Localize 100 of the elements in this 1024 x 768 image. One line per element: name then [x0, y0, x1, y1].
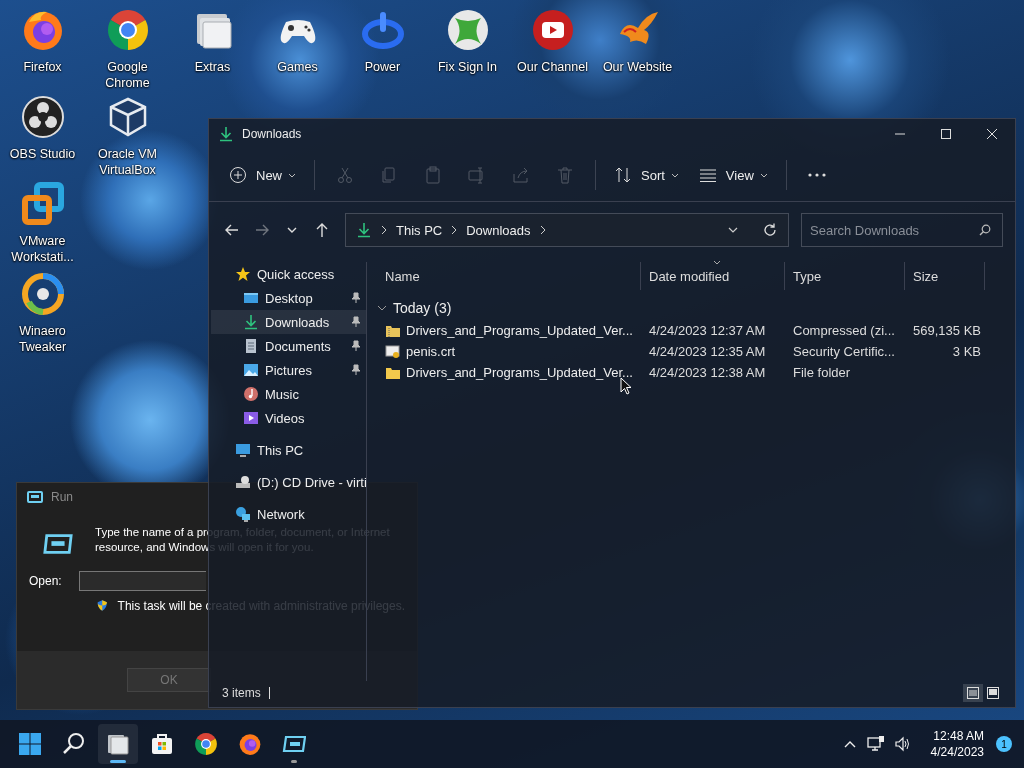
shopping-bag-icon — [150, 732, 174, 756]
download-icon — [356, 222, 372, 238]
desktop-shortcut[interactable]: Fix Sign In — [425, 6, 510, 75]
right-arrow-icon — [254, 222, 270, 238]
nav-item[interactable]: Desktop — [211, 286, 366, 310]
desktop-shortcut[interactable]: Oracle VM VirtualBox — [85, 93, 170, 178]
copy-icon — [380, 166, 398, 184]
nav-item[interactable]: This PC — [211, 438, 366, 462]
nav-item[interactable]: (D:) CD Drive - virti — [211, 470, 366, 494]
group-header[interactable]: Today (3) — [377, 296, 1003, 320]
scissors-icon — [336, 166, 354, 184]
type-cell-text: File folder — [792, 365, 852, 380]
sort-arrows-icon — [614, 166, 632, 184]
item-count: 3 items — [222, 686, 261, 700]
desktop-shortcut[interactable]: Winaero Tweaker — [0, 270, 85, 355]
desktop-shortcut[interactable]: Firefox — [0, 6, 85, 75]
speaker-icon[interactable] — [893, 735, 912, 753]
rename-icon — [468, 166, 486, 184]
date-cell-text: 4/24/2023 12:38 AM — [648, 365, 767, 380]
caret-icon — [670, 172, 679, 178]
picture-icon — [243, 362, 259, 378]
date-cell-text: 4/24/2023 12:37 AM — [648, 323, 767, 338]
details-view-button[interactable] — [963, 684, 983, 702]
desktop-shortcut[interactable]: Extras — [170, 6, 255, 75]
download-icon — [243, 314, 259, 330]
network-icon[interactable] — [866, 735, 885, 753]
tricolor-circle-icon — [194, 732, 218, 756]
file-name[interactable]: penis.crt — [406, 344, 456, 359]
search-icon — [979, 224, 991, 236]
chevron-down-icon — [377, 305, 387, 311]
shield-icon — [97, 597, 108, 614]
field-label: Open: — [29, 574, 63, 588]
column-header[interactable]: Size — [905, 262, 985, 290]
star-icon — [235, 266, 251, 282]
caret-icon — [759, 172, 768, 178]
breadcrumb[interactable]: This PC — [396, 222, 443, 238]
desktop-shortcut[interactable]: OBS Studio — [0, 93, 85, 162]
file-name[interactable]: Drivers_and_Programs_Updated_Ver... — [406, 365, 633, 380]
trash-icon — [556, 166, 574, 184]
column-header[interactable]: Date modified — [641, 262, 785, 290]
chevron-right-icon — [539, 225, 546, 235]
column-header[interactable]: Type — [785, 262, 905, 290]
sort-button[interactable]: Sort — [606, 158, 687, 192]
preview-icon — [987, 687, 999, 699]
chevron-right-icon — [381, 225, 387, 235]
desktop-shortcut[interactable]: Games — [255, 6, 340, 75]
music-note-icon — [243, 386, 259, 402]
network-icon — [235, 506, 251, 522]
clock-button[interactable]: 12:48 AM 4/24/2023 — [930, 728, 984, 760]
type-cell-text: Security Certific... — [792, 344, 896, 359]
desktop-shortcut[interactable]: Google Chrome — [85, 6, 170, 91]
desktop-shortcut[interactable]: Our Channel — [510, 6, 595, 75]
clipboard-icon — [424, 166, 442, 184]
close-icon — [986, 128, 998, 140]
nav-item[interactable]: Quick access — [211, 262, 366, 286]
window-title: Downloads — [242, 127, 302, 141]
open-combobox[interactable] — [79, 571, 206, 591]
address-bar[interactable]: This PC Downloads — [345, 213, 789, 247]
fox-globe-icon — [238, 732, 262, 756]
sort-caret-icon — [712, 260, 721, 265]
new-button[interactable]: New — [221, 158, 304, 192]
refresh-icon — [762, 222, 778, 238]
desktop-shortcut[interactable]: Power — [340, 6, 425, 75]
document-icon — [243, 338, 259, 354]
window-title: Run — [51, 490, 73, 504]
explorer-taskbar-button[interactable] — [98, 724, 138, 764]
size-cell-text: 569,135 KB — [912, 323, 982, 338]
breadcrumb[interactable]: Downloads — [466, 222, 531, 238]
date-cell-text: 4/24/2023 12:35 AM — [648, 344, 767, 359]
search-field[interactable]: Search Downloads — [801, 213, 1003, 247]
size-cell-text: 3 KB — [951, 344, 982, 359]
swirl-icon — [20, 272, 65, 316]
column-header[interactable]: Name — [377, 262, 641, 290]
view-button[interactable]: View — [690, 158, 776, 192]
list-icon — [967, 687, 979, 699]
overlapping-squares-icon — [20, 182, 65, 226]
download-icon — [218, 126, 234, 142]
monitor-icon — [243, 290, 259, 306]
up-arrow-icon — [314, 222, 330, 238]
nav-item[interactable]: Network — [211, 502, 366, 526]
more-icon — [807, 173, 826, 177]
desktop-shortcut[interactable]: Our Website — [595, 6, 680, 75]
nav-item[interactable]: Music — [211, 382, 366, 406]
share-icon — [512, 166, 530, 184]
x-ball-icon — [445, 8, 490, 52]
caret-icon — [288, 172, 296, 178]
nav-item[interactable]: Pictures — [211, 358, 366, 382]
desktop-shortcut[interactable]: VMware Workstati... — [0, 180, 85, 265]
file-name[interactable]: Drivers_and_Programs_Updated_Ver... — [406, 323, 633, 338]
chevron-right-icon — [451, 225, 458, 235]
blades-circle-icon — [20, 95, 65, 139]
nav-item[interactable]: Documents — [211, 334, 366, 358]
film-icon — [243, 410, 259, 426]
nav-item[interactable]: Videos — [211, 406, 366, 430]
nav-item[interactable]: Downloads — [211, 310, 366, 334]
monitor-icon — [235, 442, 251, 458]
type-cell-text: Compressed (zi... — [792, 323, 896, 338]
left-arrow-icon — [224, 222, 240, 238]
four-squares-icon — [18, 732, 42, 756]
notification-badge[interactable]: 1 — [996, 736, 1012, 752]
